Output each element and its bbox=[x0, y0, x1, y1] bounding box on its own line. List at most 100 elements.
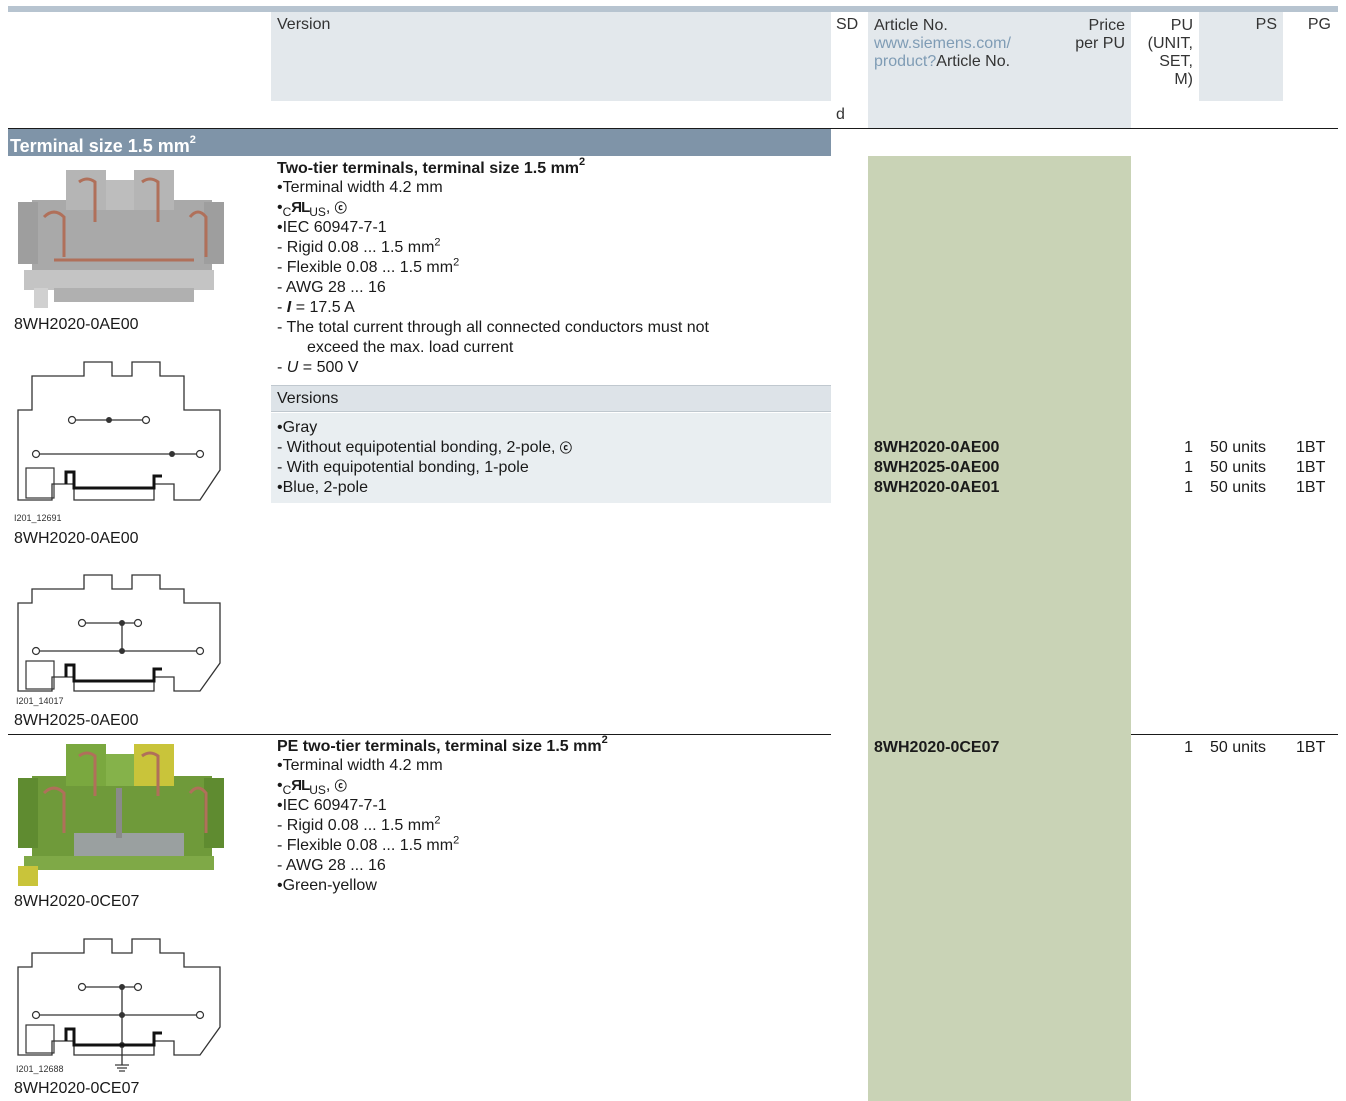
spec-sub-item: AWG 28 ... 16 bbox=[277, 278, 827, 298]
header-pg: PG bbox=[1307, 16, 1331, 33]
group2-description: PE two-tier terminals, terminal size 1.5… bbox=[277, 734, 827, 896]
versions-header: Versions bbox=[271, 385, 831, 412]
article-number[interactable]: 8WH2020-0AE01 bbox=[874, 478, 999, 498]
superscript: 2 bbox=[453, 256, 460, 269]
cert-us: US bbox=[309, 205, 326, 219]
superscript: 2 bbox=[434, 236, 441, 249]
ps-value: 50 units bbox=[1210, 739, 1267, 756]
header-price: Price per PU bbox=[1050, 17, 1125, 53]
article-number[interactable]: 8WH2025-0AE00 bbox=[874, 458, 999, 478]
section-title-text: Terminal size 1.5 mm bbox=[10, 136, 190, 156]
header-ps: PS bbox=[1255, 16, 1277, 33]
table-row: 8WH2020-0AE01 1 50 units 1BT bbox=[874, 478, 1334, 498]
spec-sub-item: AWG 28 ... 16 bbox=[277, 856, 827, 876]
header-sd: SD bbox=[836, 16, 859, 33]
spec-sub-item: Flexible 0.08 ... 1.5 mm2 bbox=[277, 834, 827, 856]
header-sd-sub: d bbox=[836, 106, 845, 123]
terminal-diagram-pe bbox=[14, 937, 228, 1077]
spec-rigid: Rigid 0.08 ... 1.5 mm bbox=[286, 239, 435, 256]
header-pu-line: SET, bbox=[1159, 53, 1193, 70]
superscript: 2 bbox=[601, 733, 608, 746]
spec-sub-item: Flexible 0.08 ... 1.5 mm2 bbox=[277, 256, 827, 278]
header-version: Version bbox=[277, 16, 331, 33]
spec-continuation: exceed the max. load current bbox=[307, 339, 514, 356]
table-row: 8WH2025-0AE00 1 50 units 1BT bbox=[874, 458, 1334, 478]
article-number[interactable]: 8WH2020-0AE00 bbox=[874, 438, 999, 458]
group1-spec-list: Terminal width 4.2 mm CЯLUS, ⓒ IEC 60947… bbox=[277, 178, 827, 378]
spec-voltage: = 500 V bbox=[302, 359, 359, 376]
spec-sub-item: Rigid 0.08 ... 1.5 mm2 bbox=[277, 814, 827, 836]
pg-value: 1BT bbox=[1296, 479, 1326, 496]
header-article-no: Article No. www.siemens.com/ product?Art… bbox=[874, 17, 1011, 71]
pg-value: 1BT bbox=[1296, 739, 1326, 756]
spec-item: IEC 60947-7-1 bbox=[277, 796, 827, 816]
header-pu-line: M) bbox=[1174, 71, 1193, 88]
spec-cert: CЯLUS, ⓒ bbox=[277, 776, 827, 797]
pu-value: 1 bbox=[1184, 739, 1193, 756]
group-divider bbox=[1131, 734, 1338, 735]
version-sub-item: With equipotential bonding, 1-pole bbox=[277, 458, 827, 478]
group-divider bbox=[8, 734, 831, 735]
terminal-photo-gray bbox=[14, 162, 228, 310]
spec-cert: CЯLUS, ⓒ bbox=[277, 198, 827, 219]
ul-mark-icon: ЯL bbox=[291, 777, 310, 794]
spec-flexible: Flexible 0.08 ... 1.5 mm bbox=[286, 837, 454, 854]
pg-value: 1BT bbox=[1296, 459, 1326, 476]
ps-value: 50 units bbox=[1210, 439, 1267, 456]
cert-c: C bbox=[282, 783, 292, 797]
article-number[interactable]: 8WH2020-0CE07 bbox=[874, 738, 999, 758]
section-title: Terminal size 1.5 mm2 bbox=[8, 129, 831, 156]
group1-title-text: Two-tier terminals, terminal size 1.5 mm bbox=[277, 160, 580, 177]
header-article-suffix: Article No. bbox=[936, 53, 1011, 70]
csa-mark-icon: ⓒ bbox=[334, 201, 347, 215]
ps-value: 50 units bbox=[1210, 459, 1267, 476]
photo-caption: 8WH2020-0AE00 bbox=[14, 316, 139, 333]
superscript: 2 bbox=[579, 155, 586, 168]
header-article-link[interactable]: www.siemens.com/ bbox=[874, 35, 1011, 53]
spec-flexible: Flexible 0.08 ... 1.5 mm bbox=[286, 259, 454, 276]
voltage-symbol: U bbox=[286, 359, 299, 376]
superscript: 2 bbox=[453, 834, 460, 847]
spec-item: Terminal width 4.2 mm bbox=[277, 756, 827, 776]
cert-us: US bbox=[309, 783, 326, 797]
terminal-diagram-1pole bbox=[14, 573, 228, 703]
spec-sub-item: U = 500 V bbox=[277, 358, 827, 378]
terminal-photo-green-yellow bbox=[14, 738, 228, 888]
diagram-caption: 8WH2020-0AE00 bbox=[14, 530, 139, 547]
pg-value: 1BT bbox=[1296, 439, 1326, 456]
version-item: Gray bbox=[277, 418, 827, 438]
csa-mark-icon: ⓒ bbox=[334, 779, 347, 793]
order-rows: 8WH2020-0AE00 1 50 units 1BT 8WH2025-0AE… bbox=[874, 438, 1334, 498]
pu-value: 1 bbox=[1184, 479, 1193, 496]
table-row: 8WH2020-0AE00 1 50 units 1BT bbox=[874, 438, 1334, 458]
group1-description: Two-tier terminals, terminal size 1.5 mm… bbox=[277, 156, 827, 378]
photo-caption: 8WH2020-0CE07 bbox=[14, 893, 140, 910]
spec-item: Terminal width 4.2 mm bbox=[277, 178, 827, 198]
csa-mark-icon: ⓒ bbox=[559, 441, 572, 455]
spec-current: = 17.5 A bbox=[295, 299, 355, 316]
ul-mark-icon: ЯL bbox=[291, 199, 310, 216]
group2-title-text: PE two-tier terminals, terminal size 1.5… bbox=[277, 738, 602, 755]
spec-sub-item: The total current through all connected … bbox=[277, 318, 827, 338]
terminal-diagram-2pole bbox=[14, 360, 228, 510]
diagram-ref: I201_14017 bbox=[16, 696, 64, 706]
header-pu: PU (UNIT, SET, M) bbox=[1133, 17, 1193, 89]
diagram-caption: 8WH2025-0AE00 bbox=[14, 712, 139, 729]
header-article-link2[interactable]: product? bbox=[874, 53, 936, 70]
group2-spec-list: Terminal width 4.2 mm CЯLUS, ⓒ IEC 60947… bbox=[277, 756, 827, 896]
header-article-label: Article No. bbox=[874, 17, 948, 34]
version-sub-item: Without equipotential bonding, 2-pole, ⓒ bbox=[277, 438, 827, 458]
superscript: 2 bbox=[434, 814, 441, 827]
spec-sub-item: I = 17.5 A bbox=[277, 298, 827, 318]
header-price-label: Price bbox=[1088, 17, 1125, 34]
spec-item: IEC 60947-7-1 bbox=[277, 218, 827, 238]
group1-title: Two-tier terminals, terminal size 1.5 mm… bbox=[277, 156, 827, 178]
ps-value: 50 units bbox=[1210, 479, 1267, 496]
version-item: Blue, 2-pole bbox=[277, 478, 827, 498]
header-price-label2: per PU bbox=[1075, 35, 1125, 52]
pu-value: 1 bbox=[1184, 439, 1193, 456]
section-title-sup: 2 bbox=[189, 134, 196, 146]
header-pu-line: PU bbox=[1170, 17, 1193, 34]
diagram-caption: 8WH2020-0CE07 bbox=[14, 1080, 140, 1097]
group2-title: PE two-tier terminals, terminal size 1.5… bbox=[277, 734, 827, 756]
